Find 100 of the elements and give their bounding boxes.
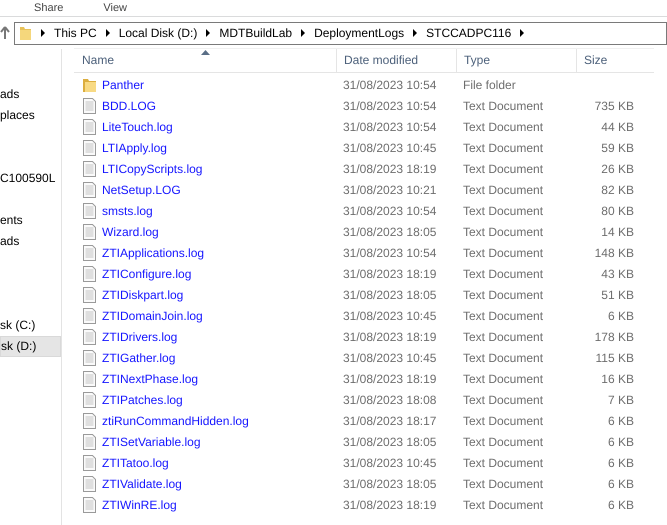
file-name[interactable]: ZTIDrivers.log [102,330,178,344]
column-header[interactable]: Name [74,49,337,72]
file-type: Text Document [462,350,544,364]
date-modified: 31/08/2023 10:54 [342,98,438,112]
file-type: Text Document [462,288,544,302]
date-modified: 31/08/2023 10:45 [342,456,438,470]
file-size: 735 KB [594,98,634,112]
file-name[interactable]: ZTITatoo.log [102,456,169,470]
sidebar-item[interactable]: C100590L [0,168,61,189]
date-modified: 31/08/2023 10:45 [342,308,438,322]
sidebar-item[interactable]: ads [0,231,61,252]
file-name[interactable]: Panther [102,78,144,92]
file-name[interactable]: ZTIPatches.log [102,392,183,406]
folder-icon [83,76,96,92]
file-type: Text Document [462,140,544,154]
file-type: Text Document [462,392,544,406]
file-size: 6 KB [606,476,634,490]
file-type: Text Document [462,330,544,344]
text-file-icon [83,496,96,512]
file-type: Text Document [462,456,544,470]
file-name[interactable]: ZTIConfigure.log [102,266,192,280]
date-modified: 31/08/2023 18:05 [342,476,438,490]
file-name[interactable]: ZTIValidate.log [102,476,182,490]
file-type: Text Document [462,120,544,134]
address-bar[interactable]: This PC Local Disk (D:) MDTBuildLab DeploymentLogs STCCADPC116 [14,22,667,44]
column-header[interactable]: Size [577,49,654,72]
up-arrow-icon [0,26,10,40]
file-name[interactable]: NetSetup.LOG [102,182,181,196]
file-name[interactable]: ztiRunCommandHidden.log [102,414,249,428]
date-modified: 31/08/2023 18:08 [342,392,438,406]
chevron-icon [519,29,526,37]
text-file-icon [83,160,96,176]
file-type: Text Document [462,434,544,448]
file-type: Text Document [462,98,544,112]
file-size: 6 KB [606,434,634,448]
ribbon-tab[interactable]: Share [34,1,64,15]
text-file-icon [83,224,96,240]
file-type: Text Document [462,414,544,428]
text-file-icon [83,476,96,492]
date-modified: 31/08/2023 18:05 [342,224,438,238]
text-file-icon [83,328,96,344]
file-size: 82 KB [600,182,634,196]
date-modified: 31/08/2023 18:19 [342,266,438,280]
text-file-icon [83,286,96,302]
text-file-icon [83,140,96,156]
chevron-icon [104,29,111,37]
column-header[interactable]: Date modified [337,49,457,72]
date-modified: 31/08/2023 10:54 [342,246,438,260]
text-file-icon [83,244,96,260]
text-file-icon [83,370,96,386]
date-modified: 31/08/2023 18:19 [342,330,438,344]
file-name[interactable]: ZTIApplications.log [102,246,204,260]
sidebar-item[interactable]: sk (D:) [0,336,61,357]
file-name[interactable]: LTICopyScripts.log [102,162,202,176]
file-name[interactable]: ZTIDomainJoin.log [102,308,203,322]
text-file-icon [83,454,96,470]
file-size: 115 KB [594,350,634,364]
breadcrumb[interactable]: DeploymentLogs [314,26,404,40]
sidebar-item[interactable]: places [0,105,61,126]
date-modified: 31/08/2023 10:45 [342,350,438,364]
file-name[interactable]: BDD.LOG [102,98,156,112]
file-name[interactable]: ZTIDiskpart.log [102,288,184,302]
file-size: 16 KB [600,372,634,386]
file-name[interactable]: ZTISetVariable.log [102,434,200,448]
date-modified: 31/08/2023 18:19 [342,162,438,176]
file-size: 148 KB [594,246,634,260]
breadcrumb[interactable]: MDTBuildLab [219,26,292,40]
breadcrumb[interactable]: Local Disk (D:) [118,26,198,40]
file-size: 26 KB [600,162,634,176]
file-size: 178 KB [594,330,634,344]
column-header[interactable]: Type [457,49,577,72]
file-type: Text Document [462,498,544,512]
sidebar-item[interactable]: ads [0,84,61,105]
file-size: 6 KB [606,308,634,322]
chevron-icon [412,29,418,37]
file-name[interactable]: Wizard.log [102,224,159,238]
date-modified: 31/08/2023 18:19 [342,372,438,386]
text-file-icon [83,392,96,408]
file-name[interactable]: ZTIGather.log [102,350,176,364]
file-type: Text Document [462,224,544,238]
file-name[interactable]: LTIApply.log [102,140,167,154]
file-name[interactable]: smsts.log [102,204,153,218]
file-name[interactable]: ZTIWinRE.log [102,498,177,512]
file-size: 43 KB [600,266,634,280]
date-modified: 31/08/2023 10:54 [342,120,438,134]
file-name[interactable]: LiteTouch.log [102,120,173,134]
file-size: 59 KB [600,140,634,154]
sort-arrow-icon [201,50,210,55]
ribbon-tab[interactable]: View [103,1,128,15]
sidebar-item[interactable]: sk (C:) [0,315,61,336]
date-modified: 31/08/2023 10:21 [342,182,438,196]
breadcrumb[interactable]: This PC [54,26,97,40]
chevron-icon [300,29,306,37]
file-name[interactable]: ZTINextPhase.log [102,372,198,386]
sidebar-item[interactable]: ents [0,210,61,231]
file-size: 80 KB [600,204,634,218]
chevron-icon [205,29,212,37]
file-type: Text Document [462,246,544,260]
breadcrumb[interactable]: STCCADPC116 [426,26,512,40]
file-size: 14 KB [600,224,634,238]
